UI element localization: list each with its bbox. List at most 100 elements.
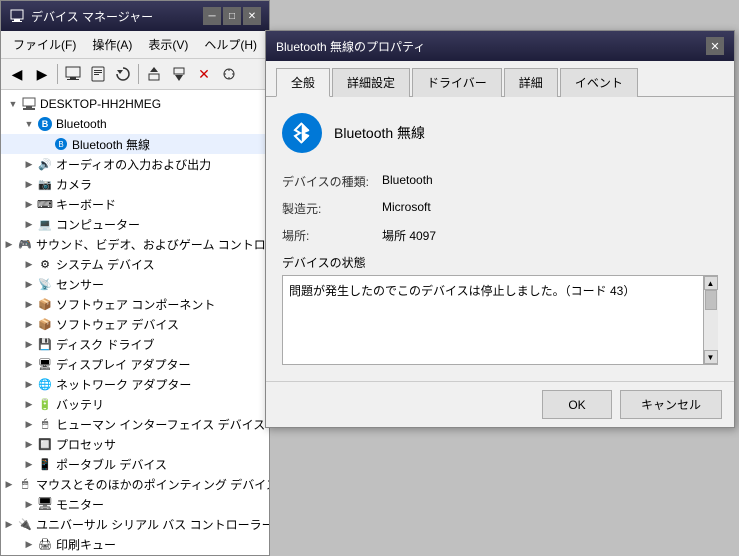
tree-item-network[interactable]: ▶ ネットワーク アダプター xyxy=(1,374,269,394)
sys-expander[interactable]: ▶ xyxy=(21,256,37,272)
root-label: DESKTOP-HH2HMEG xyxy=(40,97,161,111)
location-value: 場所 4097 xyxy=(382,227,436,244)
tree-item-keyboard[interactable]: ▶ キーボード xyxy=(1,194,269,214)
tree-item-portable[interactable]: ▶ ポータブル デバイス xyxy=(1,454,269,474)
tree-item-camera[interactable]: ▶ カメラ xyxy=(1,174,269,194)
tree-item-processor[interactable]: ▶ プロセッサ xyxy=(1,434,269,454)
tab-advanced[interactable]: 詳細設定 xyxy=(332,68,410,97)
tree-item-bluetooth[interactable]: ▼ B Bluetooth xyxy=(1,114,269,134)
tree-item-system[interactable]: ▶ システム デバイス xyxy=(1,254,269,274)
tree-item-sensor[interactable]: ▶ センサー xyxy=(1,274,269,294)
tree-item-display[interactable]: ▶ ディスプレイ アダプター xyxy=(1,354,269,374)
btw-label: Bluetooth 無線 xyxy=(72,136,150,153)
dialog-footer: OK キャンセル xyxy=(266,381,734,427)
swd-expander[interactable]: ▶ xyxy=(21,316,37,332)
net-label: ネットワーク アダプター xyxy=(56,376,191,393)
kb-icon xyxy=(37,196,53,212)
audio-expander[interactable]: ▶ xyxy=(21,156,37,172)
tab-driver[interactable]: ドライバー xyxy=(412,68,502,97)
dsk-expander[interactable]: ▶ xyxy=(21,336,37,352)
tree-item-computer[interactable]: ▶ コンピューター xyxy=(1,214,269,234)
swc-expander[interactable]: ▶ xyxy=(21,296,37,312)
tree-item-bt-wireless[interactable]: B Bluetooth 無線 xyxy=(1,134,269,154)
dis-icon xyxy=(37,356,53,372)
snd-expander[interactable]: ▶ xyxy=(1,236,17,252)
dsk-label: ディスク ドライブ xyxy=(56,336,155,353)
ok-button[interactable]: OK xyxy=(542,390,612,419)
scroll-up-arrow[interactable]: ▲ xyxy=(704,276,718,290)
cam-expander[interactable]: ▶ xyxy=(21,176,37,192)
tree-item-hid[interactable]: ▶ ヒューマン インターフェイス デバイス xyxy=(1,414,269,434)
toolbar-disable[interactable]: ✕ xyxy=(192,62,216,86)
minimize-button[interactable]: ─ xyxy=(203,7,221,25)
tree-item-disk[interactable]: ▶ ディスク ドライブ xyxy=(1,334,269,354)
comp-expander[interactable]: ▶ xyxy=(21,216,37,232)
tree-root[interactable]: ▼ DESKTOP-HH2HMEG xyxy=(1,94,269,114)
snd-icon xyxy=(17,236,33,252)
hid-expander[interactable]: ▶ xyxy=(21,416,37,432)
menu-action[interactable]: 操作(A) xyxy=(84,33,140,56)
dis-label: ディスプレイ アダプター xyxy=(56,356,191,373)
toolbar-uninstall[interactable] xyxy=(167,62,191,86)
scroll-thumb[interactable] xyxy=(705,290,717,310)
cam-label: カメラ xyxy=(56,176,92,193)
device-manager-window: デバイス マネージャー ─ □ ✕ ファイル(F) 操作(A) 表示(V) ヘル… xyxy=(0,0,270,556)
scroll-down-arrow[interactable]: ▼ xyxy=(704,350,718,364)
device-tree[interactable]: ▼ DESKTOP-HH2HMEG ▼ B Bluetooth xyxy=(1,90,269,555)
tree-item-print[interactable]: ▶ 印刷キュー xyxy=(1,534,269,554)
mon-expander[interactable]: ▶ xyxy=(21,496,37,512)
prt-icon xyxy=(37,536,53,552)
tree-item-monitor[interactable]: ▶ モニター xyxy=(1,494,269,514)
sen-expander[interactable]: ▶ xyxy=(21,276,37,292)
device-header: Bluetooth 無線 xyxy=(282,113,718,153)
close-button[interactable]: ✕ xyxy=(243,7,261,25)
bt-expander[interactable]: ▼ xyxy=(21,116,37,132)
bat-icon xyxy=(37,396,53,412)
menu-file[interactable]: ファイル(F) xyxy=(5,33,84,56)
usb-expander[interactable]: ▶ xyxy=(1,516,17,532)
toolbar-forward[interactable]: ▶ xyxy=(30,62,54,86)
por-expander[interactable]: ▶ xyxy=(21,456,37,472)
manufacturer-label: 製造元: xyxy=(282,200,382,217)
root-icon xyxy=(21,96,37,112)
tree-item-sound[interactable]: ▶ サウンド、ビデオ、およびゲーム コントローラー xyxy=(1,234,269,254)
toolbar-devmgr[interactable] xyxy=(61,62,85,86)
menu-view[interactable]: 表示(V) xyxy=(140,33,196,56)
toolbar-refresh[interactable] xyxy=(111,62,135,86)
tab-general[interactable]: 全般 xyxy=(276,68,330,97)
comp-label: コンピューター xyxy=(56,216,140,233)
maximize-button[interactable]: □ xyxy=(223,7,241,25)
dis-expander[interactable]: ▶ xyxy=(21,356,37,372)
menu-help[interactable]: ヘルプ(H) xyxy=(196,33,265,56)
root-expander[interactable]: ▼ xyxy=(5,96,21,112)
tree-item-usb[interactable]: ▶ ユニバーサル シリアル バス コントローラー xyxy=(1,514,269,534)
tree-item-mouse[interactable]: ▶ マウスとそのほかのポインティング デバイス xyxy=(1,474,269,494)
tree-item-sw-dev[interactable]: ▶ ソフトウェア デバイス xyxy=(1,314,269,334)
net-expander[interactable]: ▶ xyxy=(21,376,37,392)
tree-item-storage[interactable]: ▶ 記憶域コントローラー xyxy=(1,554,269,555)
tree-item-sw-comp[interactable]: ▶ ソフトウェア コンポーネント xyxy=(1,294,269,314)
usb-label: ユニバーサル シリアル バス コントローラー xyxy=(36,516,269,533)
tab-details[interactable]: 詳細 xyxy=(504,68,558,97)
dialog-close-button[interactable]: ✕ xyxy=(706,37,724,55)
cancel-button[interactable]: キャンセル xyxy=(620,390,722,419)
device-type-label: デバイスの種類: xyxy=(282,173,382,190)
devmgr-window-controls: ─ □ ✕ xyxy=(203,7,261,25)
swc-label: ソフトウェア コンポーネント xyxy=(56,296,215,313)
kb-expander[interactable]: ▶ xyxy=(21,196,37,212)
status-scrollbar[interactable]: ▲ ▼ xyxy=(703,276,717,364)
tree-item-audio[interactable]: ▶ オーディオの入力および出力 xyxy=(1,154,269,174)
bat-expander[interactable]: ▶ xyxy=(21,396,37,412)
prt-expander[interactable]: ▶ xyxy=(21,536,37,552)
swd-label: ソフトウェア デバイス xyxy=(56,316,179,333)
toolbar-properties[interactable] xyxy=(86,62,110,86)
proc-expander[interactable]: ▶ xyxy=(21,436,37,452)
toolbar-update[interactable] xyxy=(142,62,166,86)
toolbar-scan[interactable] xyxy=(217,62,241,86)
proc-icon xyxy=(37,436,53,452)
mse-expander[interactable]: ▶ xyxy=(1,476,17,492)
dsk-icon xyxy=(37,336,53,352)
tab-events[interactable]: イベント xyxy=(560,68,638,97)
toolbar-back[interactable]: ◀ xyxy=(5,62,29,86)
tree-item-battery[interactable]: ▶ バッテリ xyxy=(1,394,269,414)
